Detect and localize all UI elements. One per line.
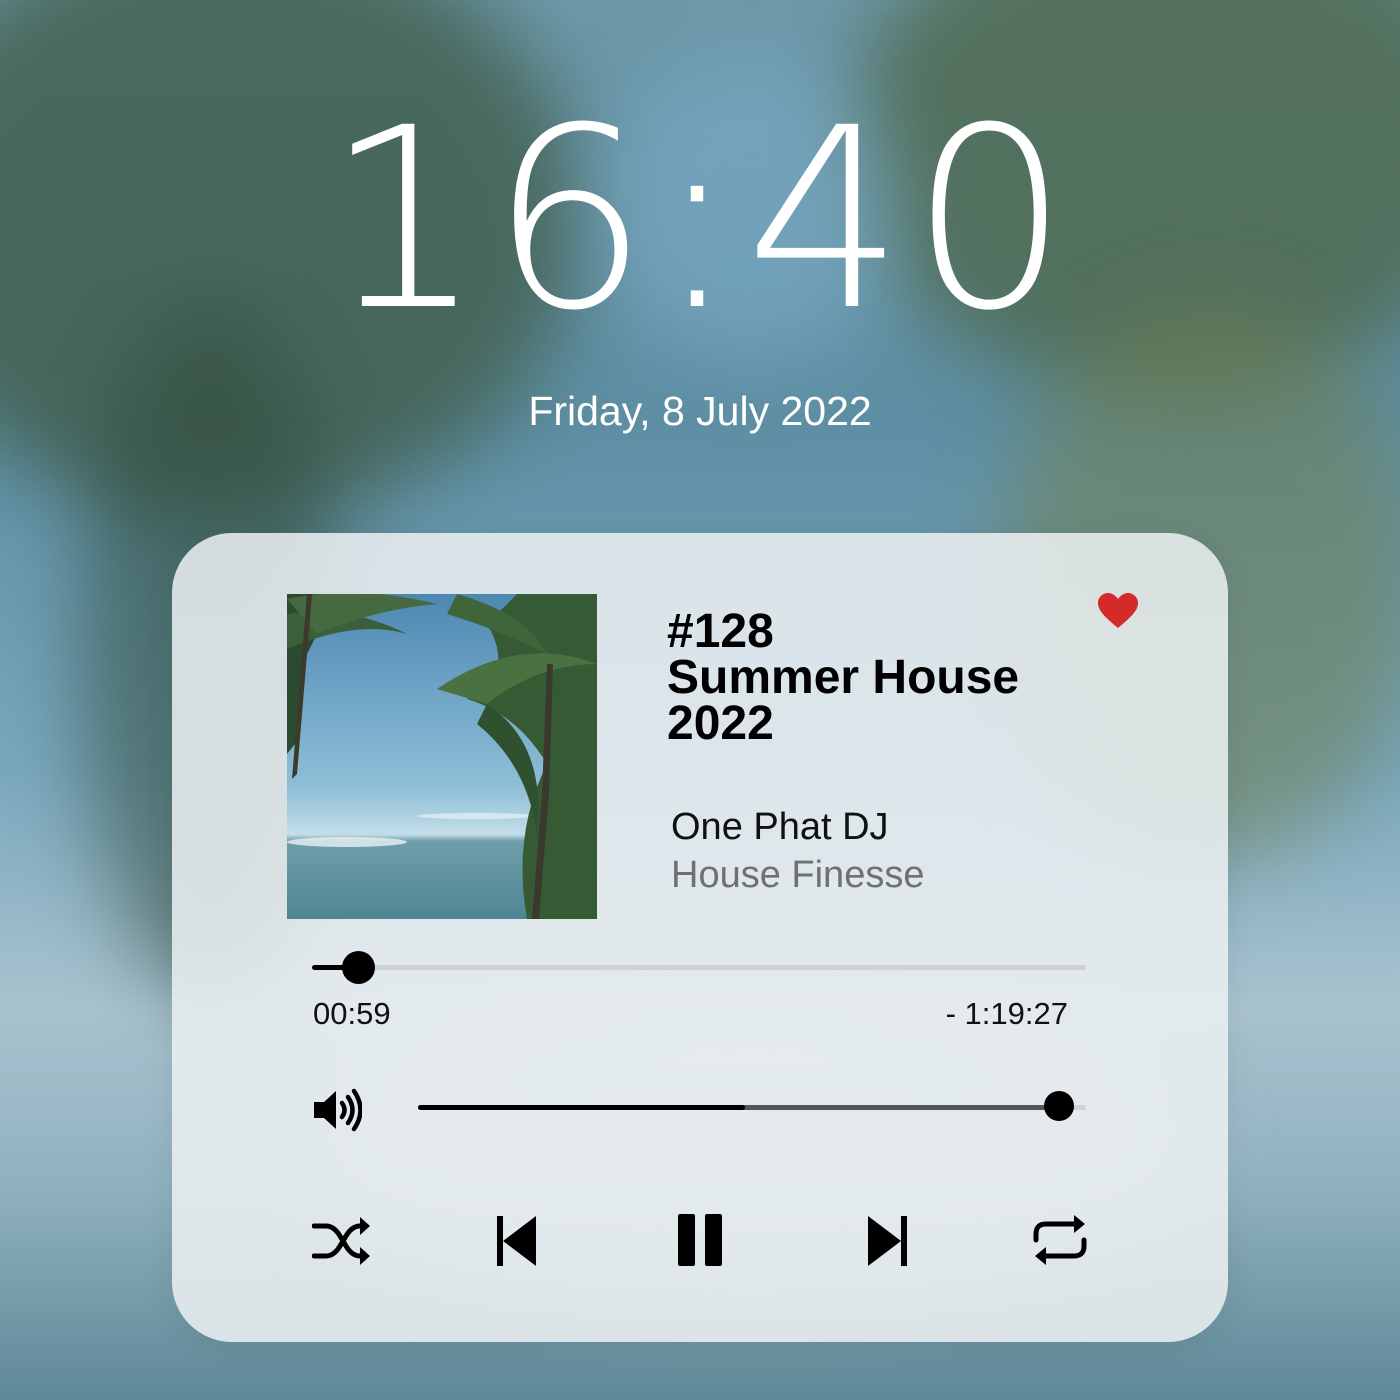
volume-played-fill [418, 1105, 746, 1110]
lockscreen-date: Friday, 8 July 2022 [528, 388, 872, 434]
shuffle-button[interactable] [312, 1210, 372, 1270]
repeat-icon [1033, 1215, 1087, 1265]
volume-slider-handle[interactable] [1044, 1091, 1075, 1121]
artist-name: One Phat DJ [671, 806, 889, 848]
skip-next-icon [868, 1216, 907, 1266]
pause-button[interactable] [670, 1210, 730, 1270]
playback-progress-bar[interactable] [312, 951, 1086, 984]
lockscreen-clock: 16:40 [324, 74, 1076, 365]
repeat-button[interactable] [1030, 1210, 1090, 1270]
skip-previous-icon [497, 1216, 536, 1266]
volume-icon[interactable] [312, 1086, 363, 1134]
remaining-time: - 1:19:27 [945, 996, 1068, 1031]
playback-scrubber-handle[interactable] [342, 951, 376, 984]
album-name: House Finesse [671, 854, 925, 896]
track-title: #128 Summer House 2022 [667, 605, 1187, 750]
next-track-button[interactable] [856, 1210, 916, 1270]
volume-slider[interactable] [418, 1091, 1086, 1121]
track-title-line: Summer House [667, 651, 1020, 704]
previous-track-button[interactable] [488, 1210, 548, 1270]
track-title-line: 2022 [667, 697, 774, 750]
pause-icon [678, 1214, 722, 1266]
now-playing-widget: #128 Summer House 2022 One Phat DJ House… [172, 533, 1228, 1342]
elapsed-time: 00:59 [313, 996, 391, 1031]
shuffle-icon [312, 1217, 370, 1265]
track-title-line: #128 [667, 605, 774, 658]
album-cover [287, 594, 597, 919]
